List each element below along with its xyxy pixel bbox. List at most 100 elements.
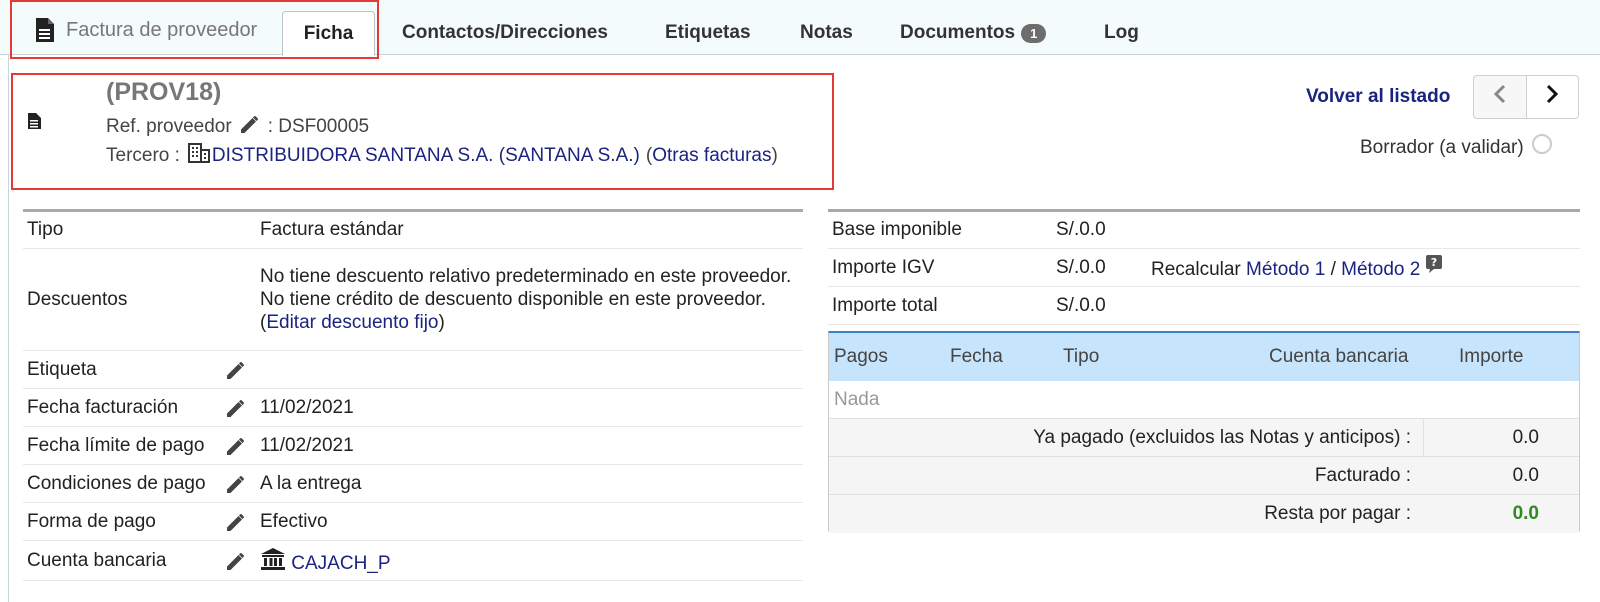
previous-record-button[interactable]: [1474, 76, 1526, 118]
fecha-limite-label: Fecha límite de pago: [23, 426, 220, 465]
tab-documentos[interactable]: Documentos 1: [900, 13, 1047, 53]
descuentos-value: No tiene descuento relativo predetermina…: [256, 248, 803, 351]
other-invoices-link[interactable]: Otras facturas: [652, 145, 771, 167]
tipo-label: Tipo: [23, 210, 256, 249]
method-2-link[interactable]: Método 2: [1341, 259, 1420, 280]
remaining-label: Resta por pagar :: [1264, 503, 1411, 524]
edit-fecha-facturacion-pencil-icon[interactable]: [220, 388, 256, 427]
row-condiciones-pago: Condiciones de pago A la entrega: [23, 464, 803, 503]
invoice-doc-icon: [27, 112, 42, 136]
row-base-imponible: Base imponible S/.0.0: [828, 210, 1580, 249]
tab-invoice-main-label: Factura de proveedor: [66, 18, 258, 41]
supplier-ref-row: Ref. proveedor : DSF00005: [106, 112, 369, 142]
forma-pago-value: Efectivo: [256, 502, 803, 541]
other-invoices-close: ): [771, 145, 778, 166]
row-tipo: Tipo Factura estándar: [23, 210, 803, 249]
fecha-facturacion-value: 11/02/2021: [256, 388, 803, 427]
importe-igv-label: Importe IGV: [828, 248, 1052, 287]
invoice-status: Borrador (a validar): [1360, 134, 1552, 159]
already-paid-value: 0.0: [1512, 427, 1539, 448]
row-etiqueta: Etiqueta: [23, 350, 803, 389]
supplier-ref-label: Ref. proveedor: [106, 116, 232, 137]
edit-fecha-limite-pencil-icon[interactable]: [220, 426, 256, 465]
importe-total-value: S/.0.0: [1052, 286, 1147, 325]
edit-cuenta-bancaria-pencil-icon[interactable]: [220, 540, 256, 581]
invoice-details-table: Tipo Factura estándar Descuentos No tien…: [23, 209, 803, 581]
importe-igv-value: S/.0.0: [1052, 248, 1147, 287]
billed-label: Facturado :: [1314, 465, 1411, 486]
row-cuenta-bancaria: Cuenta bancaria CAJACH_P: [23, 540, 803, 581]
supplier-ref-value: : DSF00005: [267, 116, 370, 137]
tab-etiquetas[interactable]: Etiquetas: [665, 13, 751, 53]
base-imponible-extra: [1147, 210, 1580, 249]
invoice-ref: (PROV18): [106, 78, 222, 106]
payments-box: Pagos Fecha Tipo Cuenta bancaria Importe…: [828, 331, 1580, 533]
remaining-value: 0.0: [1512, 503, 1539, 524]
already-paid-row: Ya pagado (excluidos las Notas y anticip…: [829, 419, 1579, 457]
edit-supplier-ref-pencil-icon[interactable]: [238, 112, 262, 142]
descuentos-close: ): [438, 312, 445, 333]
chevron-right-icon: [1545, 84, 1559, 110]
tab-ficha[interactable]: Ficha: [282, 11, 375, 56]
fecha-facturacion-label: Fecha facturación: [23, 388, 220, 427]
row-importe-total: Importe total S/.0.0: [828, 286, 1580, 325]
base-imponible-label: Base imponible: [828, 210, 1052, 249]
already-paid-label: Ya pagado (excluidos las Notas y anticip…: [1033, 427, 1411, 448]
condiciones-pago-label: Condiciones de pago: [23, 464, 220, 503]
record-nav: [1473, 75, 1579, 119]
payments-col-pagos: Pagos: [834, 346, 888, 367]
tab-invoice-main[interactable]: Factura de proveedor: [34, 10, 257, 50]
payments-col-fecha: Fecha: [950, 346, 1003, 367]
bank-account-link[interactable]: CAJACH_P: [291, 553, 390, 574]
help-icon[interactable]: ?: [1425, 254, 1442, 280]
row-fecha-limite: Fecha límite de pago 11/02/2021: [23, 426, 803, 465]
row-forma-pago: Forma de pago Efectivo: [23, 502, 803, 541]
totals-table: Base imponible S/.0.0 Importe IGV S/.0.0…: [828, 209, 1580, 325]
next-record-button[interactable]: [1525, 76, 1578, 118]
edit-fixed-discount-link[interactable]: Editar descuento fijo: [266, 312, 438, 333]
tab-bar: Factura de proveedor Ficha Contactos/Dir…: [0, 0, 1600, 59]
tab-contactos[interactable]: Contactos/Direcciones: [402, 13, 608, 53]
cuenta-bancaria-value: CAJACH_P: [256, 540, 803, 581]
condiciones-pago-value: A la entrega: [256, 464, 803, 503]
base-imponible-value: S/.0.0: [1052, 210, 1147, 249]
descuentos-line2: No tiene crédito de descuento disponible…: [260, 289, 766, 310]
tab-documentos-label: Documentos: [900, 22, 1016, 43]
edit-condiciones-pago-pencil-icon[interactable]: [220, 464, 256, 503]
payments-empty-text: Nada: [834, 389, 880, 410]
importe-total-extra: [1147, 286, 1580, 325]
edit-forma-pago-pencil-icon[interactable]: [220, 502, 256, 541]
forma-pago-label: Forma de pago: [23, 502, 220, 541]
row-descuentos: Descuentos No tiene descuento relativo p…: [23, 248, 803, 351]
payments-header: Pagos Fecha Tipo Cuenta bancaria Importe: [829, 333, 1579, 381]
etiqueta-label: Etiqueta: [23, 350, 220, 389]
already-paid-divider: [1423, 419, 1424, 456]
etiqueta-value: [256, 350, 803, 389]
building-icon: [187, 143, 210, 169]
fecha-limite-value: 11/02/2021: [256, 426, 803, 465]
tab-notas[interactable]: Notas: [800, 13, 853, 53]
document-icon: [34, 17, 56, 43]
billed-value: 0.0: [1512, 465, 1539, 486]
remaining-row: Resta por pagar : 0.0: [829, 495, 1579, 533]
method-1-link[interactable]: Método 1: [1246, 259, 1325, 280]
recalculate-cell: Recalcular Método 1 / Método 2 ?: [1147, 248, 1580, 287]
third-party-link[interactable]: DISTRIBUIDORA SANTANA S.A. (SANTANA S.A.…: [212, 145, 640, 167]
payments-empty-row: Nada: [829, 381, 1579, 419]
bank-icon: [260, 547, 291, 574]
method-separator: /: [1330, 258, 1336, 280]
tab-log[interactable]: Log: [1104, 13, 1139, 53]
payments-col-tipo: Tipo: [1063, 346, 1100, 367]
documents-count-badge: 1: [1021, 23, 1047, 43]
third-party-label: Tercero :: [106, 145, 180, 166]
billed-row: Facturado : 0.0: [829, 457, 1579, 495]
descuentos-line1: No tiene descuento relativo predetermina…: [260, 266, 792, 287]
chevron-left-icon: [1493, 84, 1507, 110]
tipo-value: Factura estándar: [256, 210, 803, 249]
importe-total-label: Importe total: [828, 286, 1052, 325]
payments-col-cuenta: Cuenta bancaria: [1269, 346, 1409, 367]
back-to-list-link[interactable]: Volver al listado: [1306, 86, 1450, 108]
cuenta-bancaria-label: Cuenta bancaria: [23, 540, 220, 581]
edit-etiqueta-pencil-icon[interactable]: [220, 350, 256, 389]
row-importe-igv: Importe IGV S/.0.0 Recalcular Método 1 /…: [828, 248, 1580, 287]
